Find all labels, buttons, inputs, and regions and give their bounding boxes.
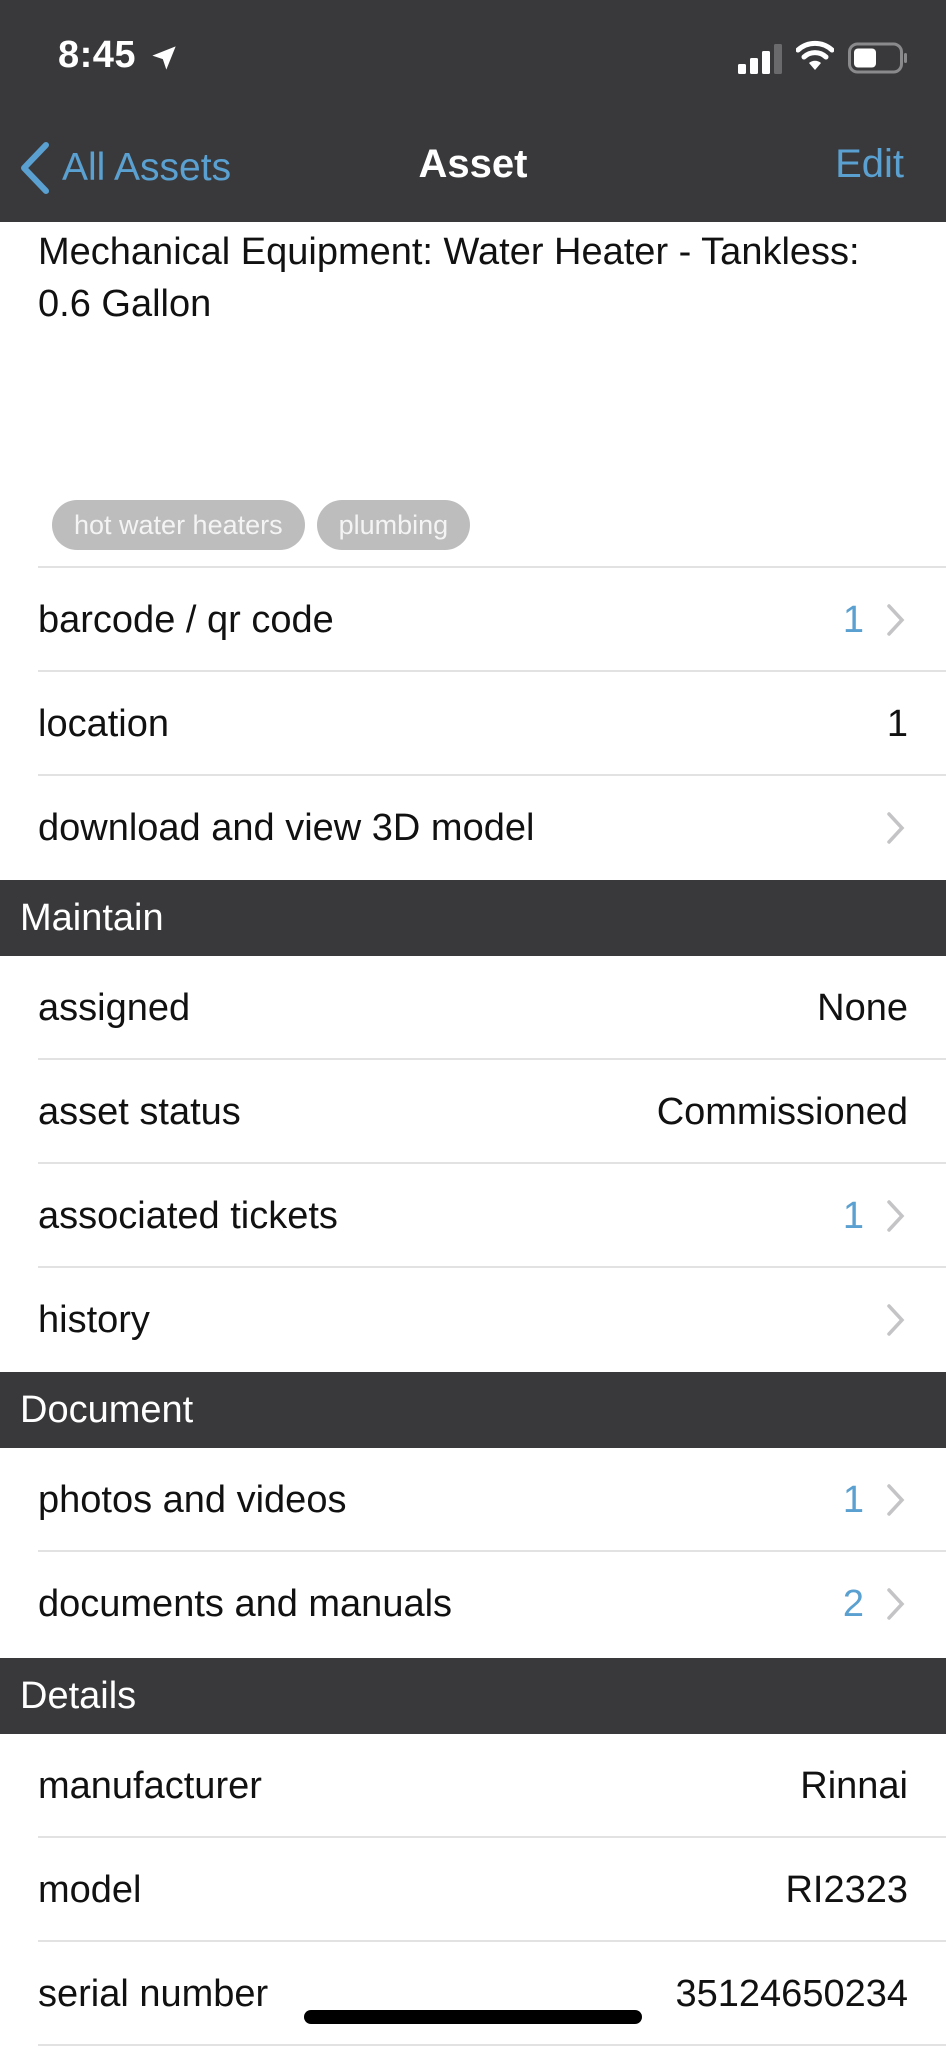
chevron-right-icon — [887, 812, 905, 844]
row-label: asset status — [38, 1090, 241, 1133]
section-header-maintain: Maintain — [0, 880, 946, 956]
row-manufacturer: manufacturer Rinnai — [0, 1734, 946, 1838]
chevron-right-icon — [887, 1484, 905, 1516]
row-count: 1 — [842, 598, 864, 641]
row-photos-videos[interactable]: photos and videos 1 — [0, 1448, 946, 1552]
location-arrow-icon — [152, 46, 176, 70]
tag-list: hot water heaters plumbing — [52, 500, 471, 550]
row-label: location — [38, 702, 169, 745]
row-model: model RI2323 — [0, 1838, 946, 1942]
chevron-left-icon — [21, 142, 49, 194]
row-serial-number: serial number 35124650234 — [0, 1942, 946, 2046]
row-count: 1 — [842, 1194, 864, 1237]
section-header-document: Document — [0, 1372, 946, 1448]
row-barcode[interactable]: barcode / qr code 1 — [0, 568, 946, 672]
back-label: All Assets — [62, 146, 232, 189]
cellular-signal-icon — [738, 44, 782, 74]
tag-chip[interactable]: hot water heaters — [52, 500, 305, 550]
row-label: documents and manuals — [38, 1582, 453, 1625]
edit-button[interactable]: Edit — [835, 142, 904, 187]
status-time: 8:45 — [58, 34, 137, 76]
row-assigned[interactable]: assigned None — [0, 956, 946, 1060]
row-label: history — [38, 1298, 150, 1341]
row-value: Commissioned — [656, 1090, 908, 1133]
row-history[interactable]: history — [0, 1268, 946, 1372]
row-label: associated tickets — [38, 1194, 338, 1237]
row-label: assigned — [38, 986, 191, 1029]
row-3d-model[interactable]: download and view 3D model — [0, 776, 946, 880]
row-label: manufacturer — [38, 1764, 262, 1807]
wifi-icon — [796, 40, 834, 70]
row-value: 35124650234 — [675, 1972, 908, 2015]
tag-chip[interactable]: plumbing — [316, 500, 471, 550]
row-count: 2 — [842, 1582, 864, 1625]
row-documents-manuals[interactable]: documents and manuals 2 — [0, 1552, 946, 1656]
row-value: None — [817, 986, 908, 1029]
row-value: Rinnai — [800, 1764, 908, 1807]
home-indicator[interactable] — [304, 2010, 642, 2024]
chevron-right-icon — [887, 1304, 905, 1336]
row-label: barcode / qr code — [38, 598, 334, 641]
row-label: download and view 3D model — [38, 806, 535, 849]
row-value: 1 — [886, 702, 908, 745]
row-count: 1 — [842, 1478, 864, 1521]
row-label: photos and videos — [38, 1478, 347, 1521]
row-asset-status[interactable]: asset status Commissioned — [0, 1060, 946, 1164]
row-location: location 1 — [0, 672, 946, 776]
asset-name: Mechanical Equipment: Water Heater - Tan… — [38, 231, 860, 325]
row-label: model — [38, 1868, 142, 1911]
back-button[interactable]: All Assets — [18, 140, 231, 196]
page-title: Asset — [418, 142, 528, 186]
row-value: RI2323 — [785, 1868, 908, 1911]
section-header-details: Details — [0, 1658, 946, 1734]
top-bar: 8:45 All Assets Asset Edit — [0, 0, 946, 222]
battery-icon — [848, 42, 907, 74]
chevron-right-icon — [887, 1588, 905, 1620]
row-label: serial number — [38, 1972, 269, 2015]
row-associated-tickets[interactable]: associated tickets 1 — [0, 1164, 946, 1268]
chevron-right-icon — [887, 1200, 905, 1232]
chevron-right-icon — [887, 604, 905, 636]
